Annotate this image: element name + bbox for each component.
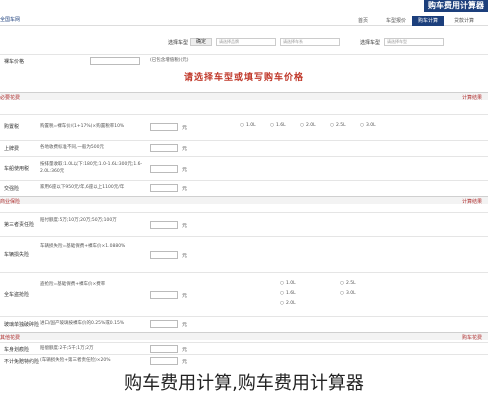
- unit-label: 元: [182, 359, 188, 365]
- unit-label: 元: [182, 146, 188, 152]
- series-select[interactable]: 请选择车系: [280, 38, 340, 46]
- tab-price[interactable]: 车型报价: [380, 16, 412, 26]
- option-3[interactable]: 2.0L: [300, 123, 316, 128]
- page-title: 购车费用计算器: [424, 0, 488, 12]
- option-3[interactable]: 2.0L: [280, 301, 296, 306]
- notice-title: 请选择车型或填写购车价格: [183, 73, 304, 83]
- insurance-input[interactable]: [150, 251, 178, 259]
- section-extra-result: 购车花费: [461, 335, 482, 341]
- must-input[interactable]: [150, 165, 178, 173]
- section-must: 必要花费 计算结果: [0, 92, 488, 101]
- price-input[interactable]: [90, 57, 140, 65]
- must-row-label: 交强险: [4, 186, 20, 192]
- unit-label: 元: [182, 167, 188, 173]
- model-select[interactable]: 请选择车型: [384, 38, 444, 46]
- tab-calculator[interactable]: 购车计算: [412, 16, 445, 26]
- option-4[interactable]: 2.5L: [330, 123, 346, 128]
- unit-label: 元: [182, 322, 188, 328]
- extra-row-text: 赔偿额度:2千;5千;1万;2万: [40, 346, 94, 351]
- insurance-row-text: 车辆损失险=基础保费+裸车价×1.0880%: [40, 244, 126, 249]
- unit-label: 元: [182, 223, 188, 229]
- must-row-text: 按排量收取:1.0L以下:180元;1.0-1.6L:300元;1.6-2.0L…: [40, 162, 143, 174]
- section-must-label: 必要花费: [0, 95, 21, 101]
- must-row-text: 各地收费标准不同,一般为500元: [40, 145, 105, 150]
- must-row: 上牌费 各地收费标准不同,一般为500元 元: [0, 140, 488, 156]
- unit-label: 元: [182, 347, 188, 353]
- option-2[interactable]: 1.6L: [280, 291, 296, 296]
- section-insurance: 商业保险 计算结果: [0, 196, 488, 205]
- top-bar: 购车费用计算器: [0, 0, 488, 12]
- section-insurance-result: 计算结果: [461, 199, 482, 205]
- insurance-input[interactable]: [150, 221, 178, 229]
- price-row: 裸车价格 (已包含增值税)(元): [0, 54, 488, 66]
- option-2[interactable]: 1.6L: [270, 123, 286, 128]
- price-label: 裸车价格: [4, 59, 25, 65]
- must-input[interactable]: [150, 184, 178, 192]
- extra-row-text: (车辆损失险+第三者责任险)×20%: [40, 358, 111, 363]
- option-1[interactable]: 1.0L: [280, 281, 296, 286]
- tab-home[interactable]: 首页: [352, 16, 374, 26]
- insurance-row: 车辆损失险 车辆损失险=基础保费+裸车价×1.0880% 元: [0, 236, 488, 272]
- must-row: 车船使用税 按排量收取:1.0L以下:180元;1.0-1.6L:300元;1.…: [0, 156, 488, 180]
- insurance-row: 玻璃单独破碎险 进口/国产玻璃按裸车价的0.25%或0.15% 元: [0, 316, 488, 330]
- extra-row: 不计免赔特约险 (车辆损失险+第三者责任险)×20% 元: [0, 354, 488, 366]
- extra-input[interactable]: [150, 345, 178, 353]
- insurance-row-text: 盗抢险=基础保费+裸车价×费率: [40, 282, 106, 287]
- insurance-input[interactable]: [150, 320, 178, 328]
- section-must-result: 计算结果: [461, 95, 482, 101]
- brand-label: 选择车型: [360, 40, 381, 46]
- section-insurance-label: 商业保险: [0, 199, 21, 205]
- option-4[interactable]: 2.5L: [340, 281, 356, 286]
- extra-row: 车身划痕险 赔偿额度:2千;5千;1万;2万 元: [0, 342, 488, 354]
- section-extra: 其他花费 购车花费: [0, 332, 488, 341]
- insurance-row-text: 赔付额度:5万;10万;20万;50万;100万: [40, 218, 117, 223]
- insurance-row-label: 车辆损失险: [4, 252, 30, 258]
- must-row-label: 车船使用税: [4, 166, 30, 172]
- insurance-row: 第三者责任险 赔付额度:5万;10万;20万;50万;100万 元: [0, 212, 488, 236]
- option-5[interactable]: 3.0L: [340, 291, 356, 296]
- option-1[interactable]: 1.0L: [240, 123, 256, 128]
- must-row-text: 家用6座以下950元/年,6座以上1100元/年: [40, 185, 125, 190]
- image-caption: 购车费用计算,购车费用计算器: [0, 368, 488, 400]
- insurance-input[interactable]: [150, 291, 178, 299]
- must-input[interactable]: [150, 123, 178, 131]
- confirm-button[interactable]: 确定: [190, 38, 212, 46]
- extra-row-label: 不计免赔特约险: [4, 359, 40, 365]
- site-logo[interactable]: 全国车网: [0, 16, 20, 23]
- insurance-row-text: 进口/国产玻璃按裸车价的0.25%或0.15%: [40, 321, 125, 326]
- brand-select[interactable]: 请选择品牌: [216, 38, 276, 46]
- must-row: 购置税 购置税=裸车价/(1+17%)×购置税率10% 元 1.0L 1.6L …: [0, 114, 488, 140]
- insurance-row-label: 第三者责任险: [4, 222, 35, 228]
- extra-row-label: 车身划痕险: [4, 347, 30, 353]
- select-car-button[interactable]: 选择车型: [168, 39, 188, 46]
- extra-input[interactable]: [150, 357, 178, 365]
- insurance-row: 全车盗抢险 盗抢险=基础保费+裸车价×费率 元 1.0L 1.6L 2.0L 2…: [0, 272, 488, 316]
- section-extra-label: 其他花费: [0, 335, 21, 341]
- must-input[interactable]: [150, 144, 178, 152]
- must-row-label: 购置税: [4, 124, 20, 130]
- unit-label: 元: [182, 125, 188, 131]
- insurance-row-label: 玻璃单独破碎险: [4, 322, 40, 328]
- search-row: 选择车型 确定 请选择品牌 请选择车系 选择车型 请选择车型: [0, 34, 488, 50]
- unit-label: 元: [182, 186, 188, 192]
- option-5[interactable]: 3.0L: [360, 123, 376, 128]
- must-row-text: 购置税=裸车价/(1+17%)×购置税率10%: [40, 124, 125, 129]
- tab-loan[interactable]: 贷款计算: [448, 16, 480, 26]
- price-hint: (已包含增值税)(元): [150, 58, 189, 63]
- nav-bar: 全国车网 首页 车型报价 购车计算 贷款计算: [0, 14, 488, 26]
- must-row: 交强险 家用6座以下950元/年,6座以上1100元/年 元: [0, 180, 488, 194]
- must-row-label: 上牌费: [4, 146, 20, 152]
- unit-label: 元: [182, 253, 188, 259]
- unit-label: 元: [182, 293, 188, 299]
- insurance-row-label: 全车盗抢险: [4, 292, 30, 298]
